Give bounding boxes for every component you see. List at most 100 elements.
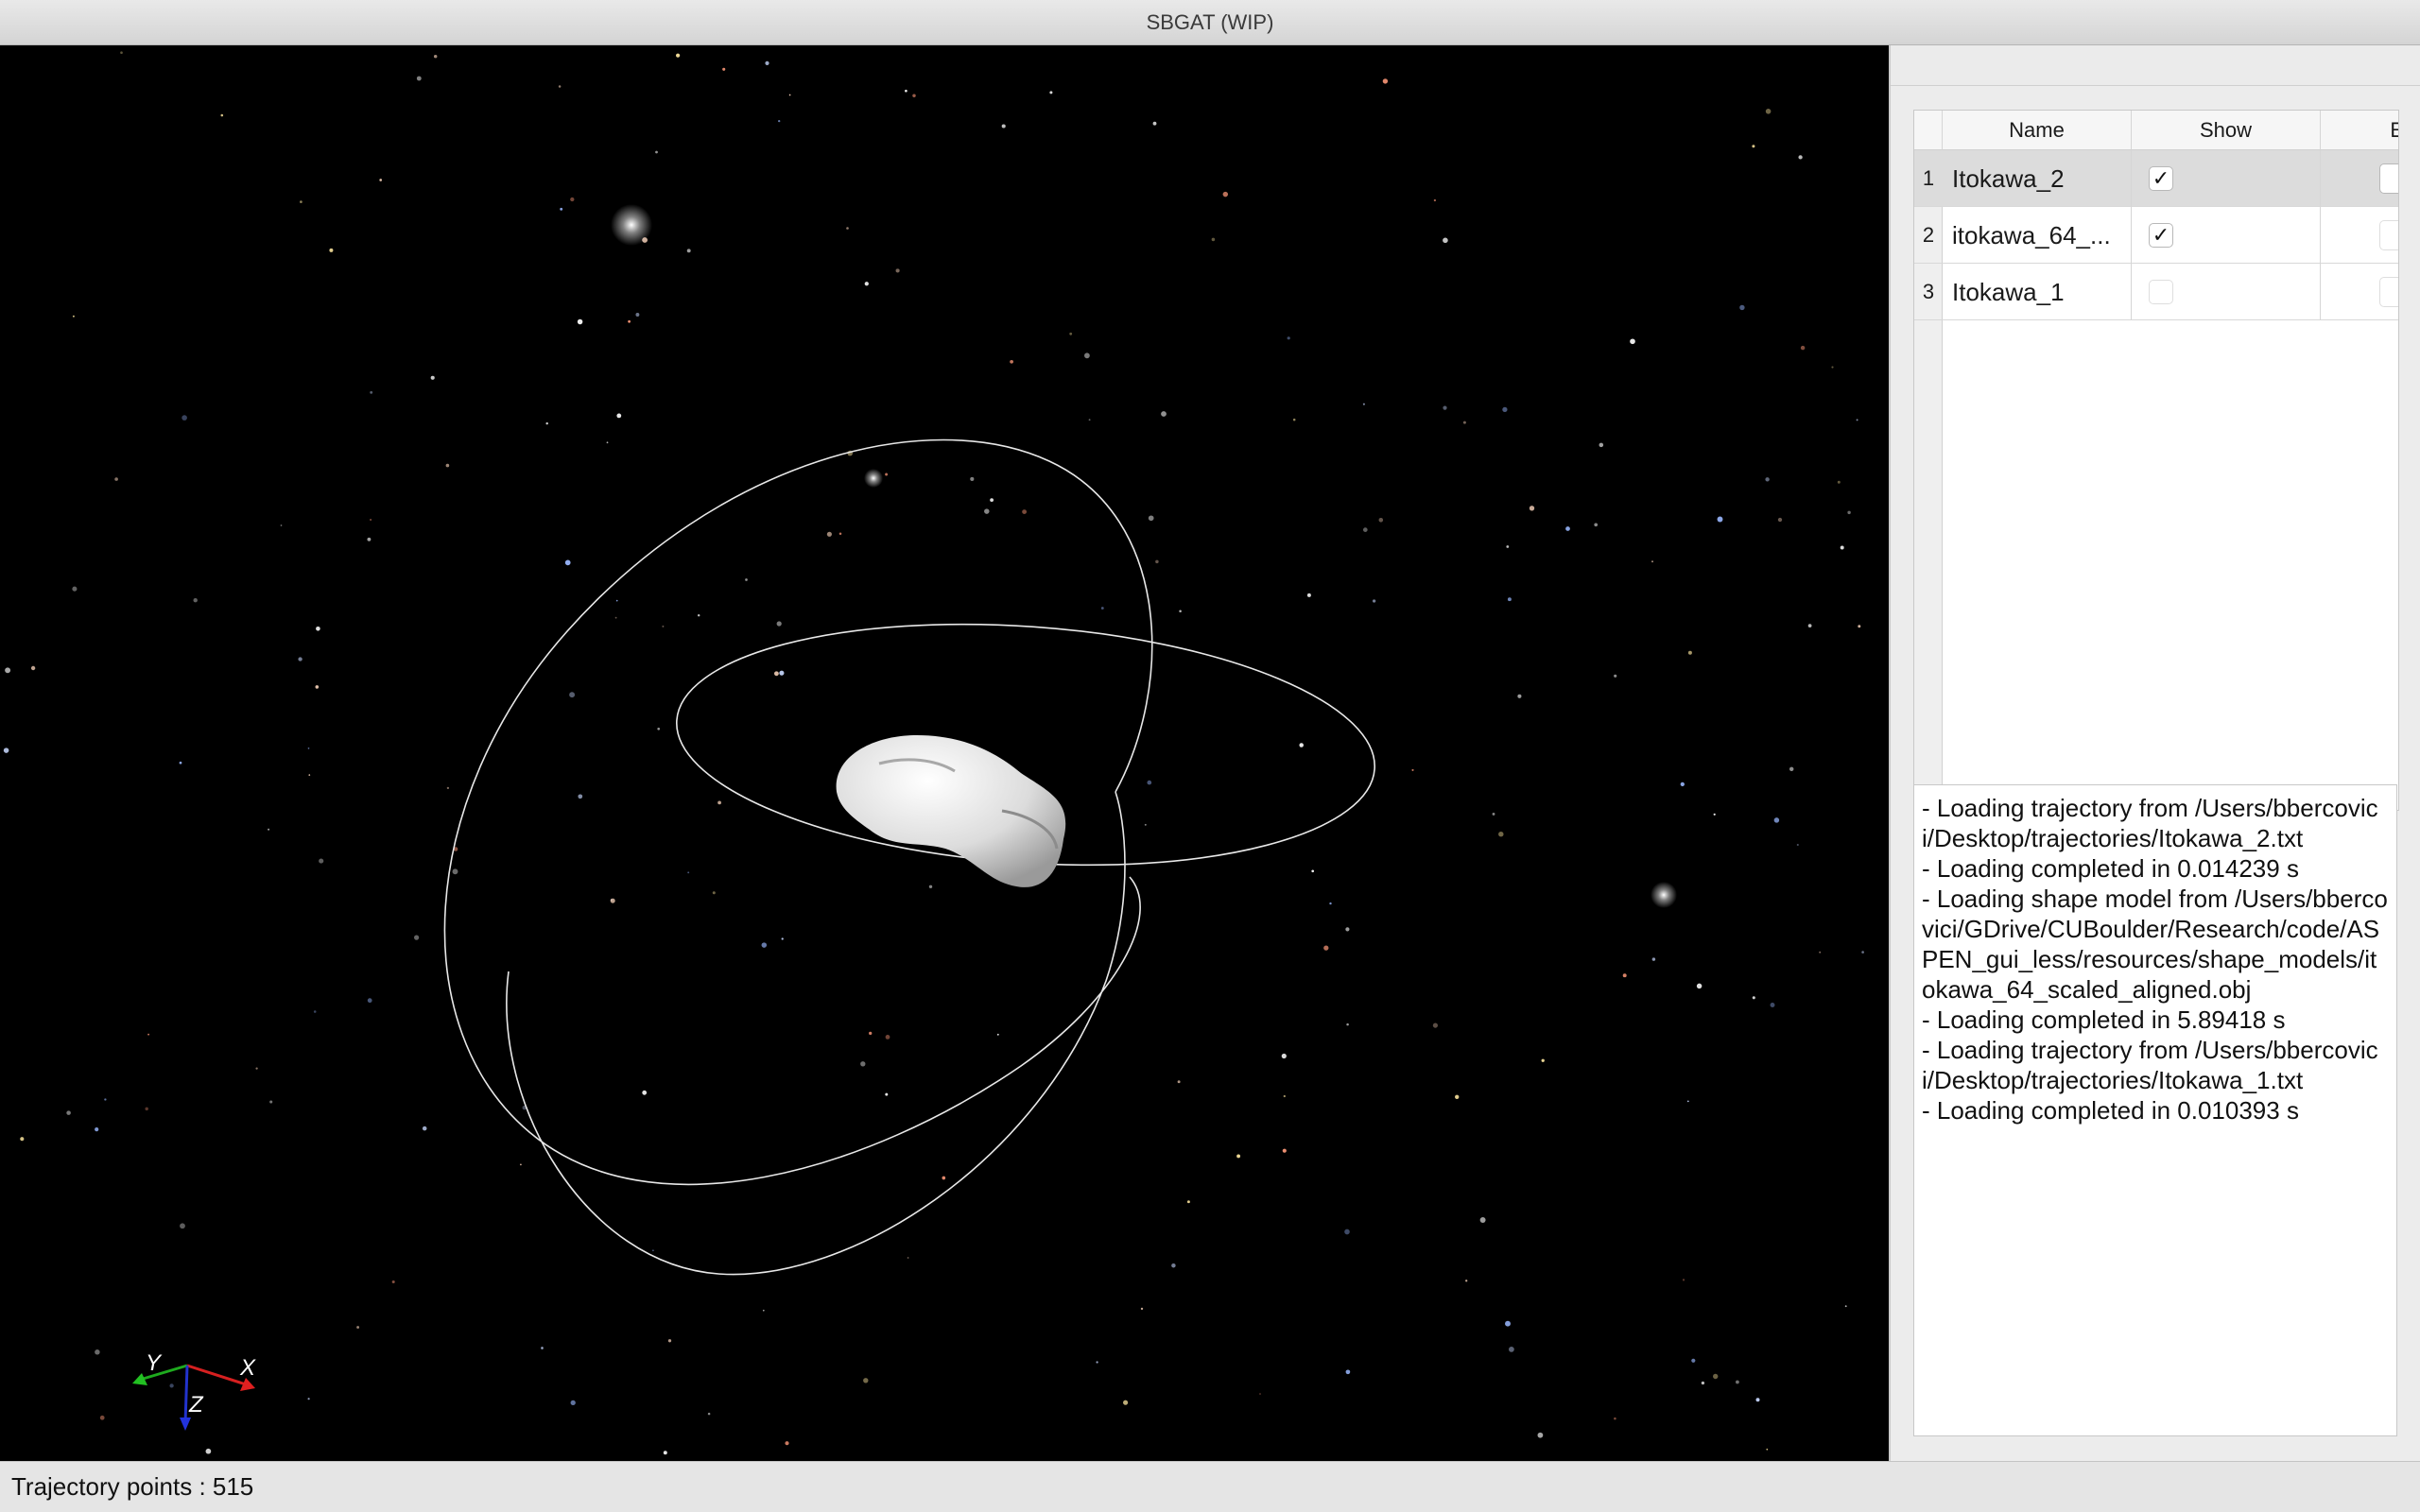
column-header-name[interactable]: Name — [1943, 111, 2132, 150]
star — [635, 313, 640, 317]
column-header-e[interactable]: E — [2321, 111, 2398, 150]
star — [1502, 406, 1508, 413]
star — [1770, 1003, 1775, 1007]
star — [885, 472, 889, 476]
star — [1443, 405, 1447, 410]
star — [928, 885, 933, 888]
star — [885, 1035, 890, 1040]
star — [99, 1415, 105, 1420]
star — [616, 413, 622, 419]
star — [1506, 545, 1510, 548]
star — [1084, 352, 1090, 359]
star — [1492, 812, 1495, 816]
star — [628, 319, 631, 323]
star — [1152, 121, 1157, 126]
asteroid-itokawa — [836, 735, 1066, 887]
star — [1858, 625, 1861, 628]
star — [30, 665, 36, 671]
show-checkbox[interactable]: ✓ — [2149, 166, 2173, 191]
extra-checkbox[interactable] — [2379, 220, 2398, 250]
star — [765, 60, 769, 65]
log-line: - Loading shape model from /Users/bberco… — [1922, 885, 2388, 1004]
star — [1177, 1080, 1181, 1084]
log-line: - Loading completed in 0.010393 s — [1922, 1096, 2299, 1125]
star — [717, 800, 721, 805]
star — [379, 179, 383, 181]
show-checkbox[interactable]: ✓ — [2149, 223, 2173, 248]
star — [1861, 951, 1864, 954]
objects-table[interactable]: Name Show E 1 Itokawa_2 ✓ 2 itokawa_64_.… — [1913, 110, 2399, 811]
star — [95, 1127, 99, 1132]
column-header-show[interactable]: Show — [2132, 111, 2321, 150]
row-name[interactable]: itokawa_64_... — [1943, 207, 2132, 264]
star — [776, 621, 782, 627]
star — [445, 463, 450, 468]
star — [72, 315, 75, 318]
window-title: SBGAT (WIP) — [1146, 9, 1274, 34]
star — [1144, 823, 1147, 826]
show-checkbox[interactable] — [2149, 280, 2173, 304]
extra-checkbox[interactable] — [2379, 277, 2398, 307]
star — [1739, 304, 1745, 311]
star — [578, 794, 583, 799]
star — [169, 1383, 174, 1388]
window-title-bar[interactable]: SBGAT (WIP) — [0, 0, 2420, 45]
star — [761, 942, 768, 948]
star — [1179, 610, 1182, 612]
log-line: - Loading completed in 5.89418 s — [1922, 1005, 2286, 1034]
star — [1148, 515, 1154, 522]
row-name[interactable]: Itokawa_1 — [1943, 264, 2132, 320]
star — [676, 53, 681, 58]
axis-y-label: Y — [146, 1350, 163, 1376]
star — [863, 1378, 869, 1383]
star — [316, 627, 320, 631]
star — [560, 207, 563, 211]
star — [1433, 198, 1437, 202]
table-row[interactable]: 2 itokawa_64_... ✓ — [1914, 207, 2398, 264]
bright-star — [611, 204, 652, 246]
star — [663, 1451, 667, 1455]
star — [1541, 1058, 1545, 1062]
star — [1831, 366, 1834, 369]
table-row[interactable]: 1 Itokawa_2 ✓ — [1914, 150, 2398, 207]
star — [1462, 421, 1466, 424]
star — [785, 1441, 789, 1446]
star — [1819, 951, 1822, 954]
star — [606, 441, 609, 444]
star — [268, 828, 270, 831]
star — [1680, 782, 1685, 787]
star — [1766, 1448, 1769, 1451]
axis-z-label: Z — [188, 1392, 204, 1418]
star — [614, 616, 617, 619]
star — [1696, 983, 1703, 989]
star — [452, 868, 458, 875]
star — [773, 671, 779, 677]
bright-star — [1651, 882, 1677, 908]
extra-checkbox[interactable] — [2379, 163, 2398, 194]
star — [1614, 1417, 1616, 1420]
star — [907, 1257, 909, 1259]
status-bar: Trajectory points : 515 — [0, 1461, 2420, 1512]
log-console[interactable]: - Loading trajectory from /Users/bbercov… — [1913, 784, 2397, 1436]
star — [1798, 155, 1803, 160]
star — [66, 1110, 71, 1115]
star — [826, 531, 832, 537]
star — [114, 477, 118, 481]
dock-title-bar[interactable] — [1891, 45, 2420, 86]
star — [72, 586, 78, 592]
table-row[interactable]: 3 Itokawa_1 — [1914, 264, 2398, 320]
star — [762, 1309, 765, 1312]
star — [722, 67, 726, 71]
star — [642, 1090, 648, 1095]
star — [1856, 419, 1858, 421]
row-name[interactable]: Itokawa_2 — [1943, 150, 2132, 207]
star — [1691, 1358, 1696, 1363]
render-viewport[interactable]: X Y Z — [0, 45, 1889, 1461]
star — [280, 524, 283, 526]
star — [1509, 1347, 1514, 1352]
star — [20, 1137, 25, 1142]
star — [662, 625, 665, 627]
star — [990, 498, 994, 503]
star — [1686, 1100, 1689, 1103]
star — [1022, 509, 1028, 515]
